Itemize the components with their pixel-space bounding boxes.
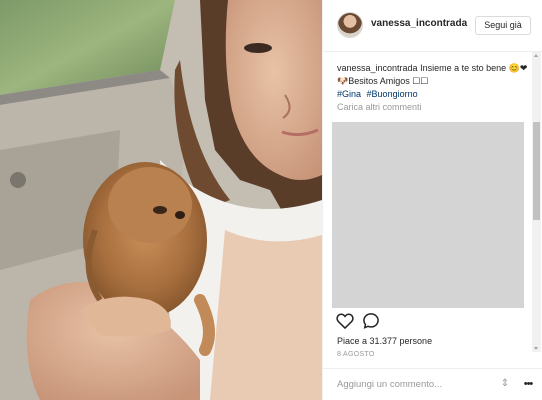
comments-scrollbar[interactable] xyxy=(532,52,541,352)
add-comment-bar: ⇕ ••• xyxy=(323,368,542,400)
instagram-post-modal: vanessa_incontrada Segui già vanessa_inc… xyxy=(0,0,542,400)
heart-icon[interactable] xyxy=(335,311,355,331)
scrollbar-thumb[interactable] xyxy=(533,122,540,220)
post-date[interactable]: 8 AGOSTO xyxy=(337,351,375,358)
post-photo[interactable] xyxy=(0,0,322,400)
post-side-panel: vanessa_incontrada Segui già vanessa_inc… xyxy=(322,0,542,400)
comments-placeholder-area xyxy=(332,122,524,308)
hashtags: #Gina #Buongiorno xyxy=(337,88,533,101)
avatar[interactable] xyxy=(337,12,363,38)
post-caption: vanessa_incontrada Insieme a te sto bene… xyxy=(337,62,533,101)
up-down-arrows-icon[interactable]: ⇕ xyxy=(499,378,511,390)
caption-username[interactable]: vanessa_incontrada xyxy=(337,63,418,73)
scroll-up-arrow-icon[interactable] xyxy=(534,54,538,57)
likes-count[interactable]: Piace a 31.377 persone xyxy=(337,336,432,346)
hashtag-gina[interactable]: #Gina xyxy=(337,89,361,99)
load-more-comments-link[interactable]: Carica altri commenti xyxy=(337,102,422,112)
username-link[interactable]: vanessa_incontrada xyxy=(371,18,467,29)
post-actions xyxy=(335,311,525,331)
photo-illustration xyxy=(0,0,322,400)
speech-bubble-icon[interactable] xyxy=(361,311,381,331)
scroll-down-arrow-icon[interactable] xyxy=(534,347,538,350)
comment-input[interactable] xyxy=(337,376,487,392)
more-dots-icon[interactable]: ••• xyxy=(521,377,535,391)
following-button[interactable]: Segui già xyxy=(475,16,531,35)
hashtag-buongiorno[interactable]: #Buongiorno xyxy=(367,89,418,99)
post-header: vanessa_incontrada Segui già xyxy=(323,0,542,52)
